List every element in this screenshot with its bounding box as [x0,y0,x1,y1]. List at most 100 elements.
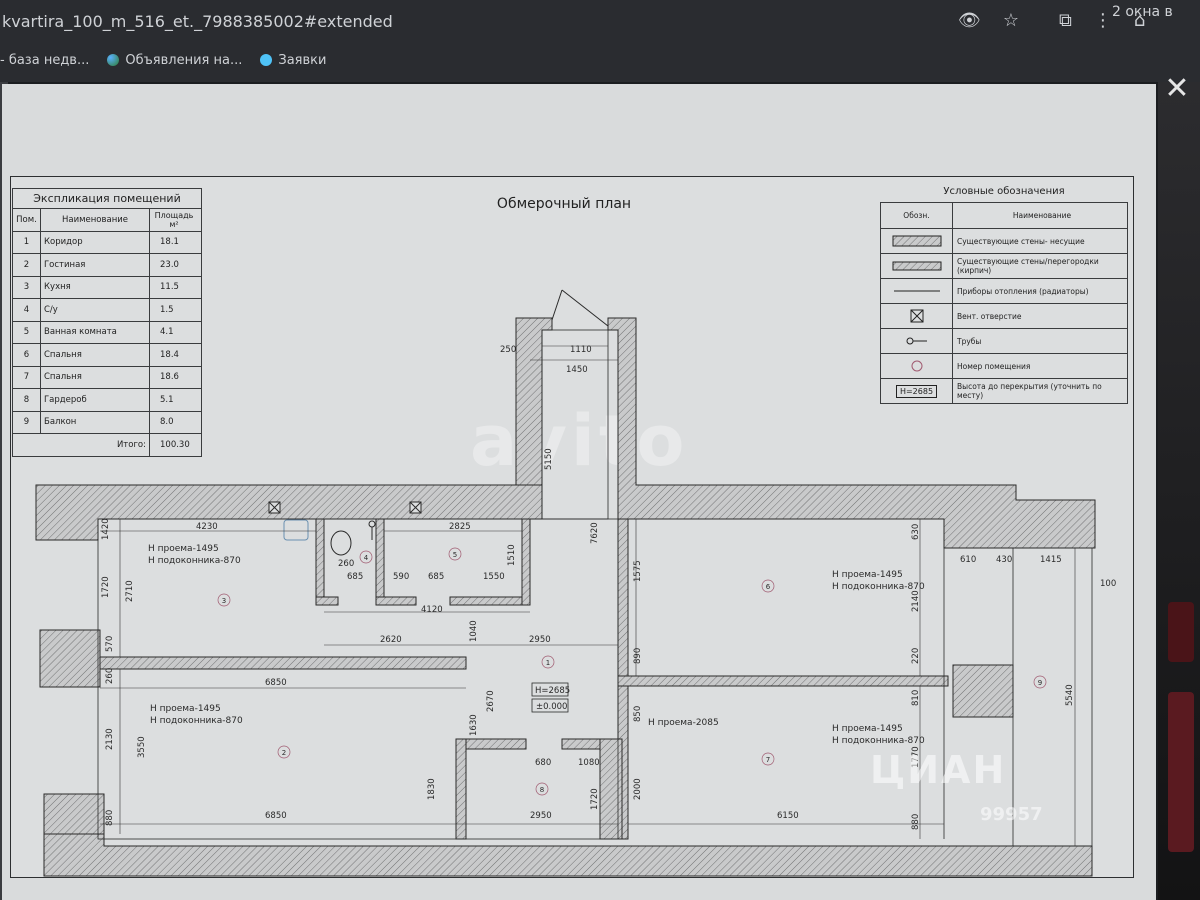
dimension-label: 2140 [911,590,921,612]
dimension-label: 610 [960,555,976,565]
dimension-label: 630 [911,524,921,540]
dimension-label: 1630 [469,714,479,736]
room-marker: 2 [277,745,291,759]
partition-segment [617,675,949,687]
balcony-door [551,289,563,321]
vent-icon [268,501,281,514]
svg-text:6: 6 [766,583,771,591]
dimension-label: 680 [535,758,551,768]
dimension-label: 220 [911,648,921,664]
partition-segment [449,596,531,606]
dimension-label: 2825 [449,522,471,532]
dimension-label: 1510 [507,544,517,566]
dimension-label: 2130 [105,728,115,750]
dimension-label: 250 [500,345,516,355]
bearing-walls [35,317,1096,877]
dimension-label: 1415 [1040,555,1062,565]
svg-text:5: 5 [453,551,457,559]
partition-segment [315,596,339,606]
wall-segment [39,629,101,688]
wall-segment [43,833,1093,877]
sink-icon [283,519,309,541]
dimension-label: 430 [996,555,1012,565]
watermark-number: 99957 [980,804,1043,825]
dimension-label: 590 [393,572,409,582]
dimension-label: 1420 [101,518,111,540]
dimension-label: 5540 [1065,684,1075,706]
room-marker: 4 [359,550,373,564]
dimension-label: 260 [105,668,115,684]
partition-segment [99,656,467,670]
fixtures [283,519,376,556]
dimension-label: 2670 [486,690,496,712]
svg-text:9: 9 [1038,679,1042,687]
dimension-label: 6850 [265,678,287,688]
dimension-label: 7620 [590,522,600,544]
dimension-label: 100 [1100,579,1116,589]
shaft-outline [541,329,609,520]
svg-text:3: 3 [222,597,226,605]
height-marks: Н=2685 ±0.000 [531,682,570,713]
opening-height-note: Н проема-1495 [832,570,903,580]
dimension-label: 6150 [777,811,799,821]
dimension-label: 2950 [529,635,551,645]
dimension-label: 890 [633,648,643,664]
toilet-icon [330,530,352,556]
opening-height-note: Н проема-1495 [148,544,219,554]
vent-icon [409,501,422,514]
partitions [99,518,949,840]
dimension-label: 570 [105,636,115,652]
svg-text:7: 7 [766,756,770,764]
dimension-label: 2620 [380,635,402,645]
dimension-label: 1040 [469,620,479,642]
opening-height-note: Н проема-1495 [150,704,221,714]
sill-height-note: Н подоконника-870 [832,736,925,746]
room-marker: 3 [217,593,231,607]
opening-height-note: Н проема-1495 [832,724,903,734]
dimension-label: 6850 [265,811,287,821]
svg-text:8: 8 [540,786,544,794]
sill-height-note: Н подоконника-870 [832,582,925,592]
dimension-label: 1720 [590,788,600,810]
dimension-label: 3550 [137,736,147,758]
dimension-label: 1575 [633,560,643,582]
partition-segment [521,518,531,606]
dimension-label: 2710 [125,580,135,602]
cian-watermark: ЦИАН [870,748,1007,792]
dimension-label: 1110 [570,345,592,355]
balcony-door [561,289,609,327]
partition-segment [375,596,417,606]
sill-height-note: Н подоконника-870 [150,716,243,726]
dimension-label: 1830 [427,778,437,800]
wall-segment [952,664,1014,718]
dimension-label: 880 [911,814,921,830]
room-marker: 6 [761,579,775,593]
room-marker: 8 [535,782,549,796]
dimension-label: 685 [428,572,444,582]
room-marker: 5 [448,547,462,561]
room-marker: 1 [541,655,555,669]
dimension-label: 4120 [421,605,443,615]
svg-text:2: 2 [282,749,286,757]
dimension-label: 810 [911,690,921,706]
svg-text:4: 4 [364,554,369,562]
wall-segment [43,793,105,835]
floor-plan-drawing: 250 1110 1450 5150 7620 4230 2825 260 68… [35,289,1116,877]
door-opening-note: Н проема-2085 [648,718,719,728]
partition-segment [375,518,385,606]
partition-segment [315,518,325,606]
dimension-label: 1450 [566,365,588,375]
dimension-label: 260 [338,559,354,569]
dimension-label: 5150 [544,448,554,470]
wall-segment [607,317,1096,549]
dimension-label: 1080 [578,758,600,768]
dimension-label: 2950 [530,811,552,821]
sill-height-note: Н подоконника-870 [148,556,241,566]
level-box-label: ±0.000 [536,702,567,712]
balcony-outline [1012,547,1093,847]
pipe-icon [368,520,376,540]
dimension-label: 1720 [101,576,111,598]
dimension-label: 880 [105,810,115,826]
room-marker: 9 [1033,675,1047,689]
room-marker: 7 [761,752,775,766]
